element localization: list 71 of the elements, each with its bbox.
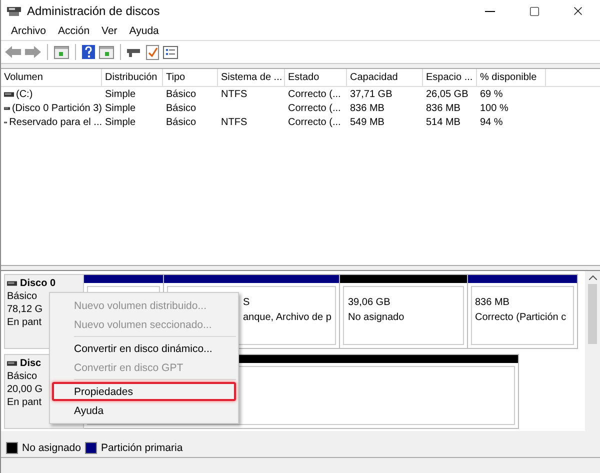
- partition-info: anque, Archivo de p: [243, 311, 332, 325]
- partition-info: Correcto (Partición c: [475, 311, 568, 325]
- table-cell-text: 514 MB: [425, 116, 462, 128]
- table-cell-text: Correcto (...: [287, 116, 342, 128]
- disk-info: En pant: [7, 396, 42, 409]
- menu-item[interactable]: Ver: [96, 25, 124, 37]
- table-cell-text: Básico: [165, 102, 198, 114]
- drive-icon: [4, 92, 14, 96]
- partition-info: No asignado: [348, 311, 406, 325]
- table-cell-text: Correcto (...: [287, 102, 342, 114]
- scrollbar[interactable]: [585, 271, 600, 431]
- menu-item[interactable]: Archivo: [5, 25, 52, 37]
- column-header[interactable]: Volumen: [1, 69, 102, 86]
- table-cell-text: 37,71 GB: [349, 88, 394, 100]
- context-menu-item[interactable]: Ayuda: [52, 401, 236, 420]
- table-cell-text: Simple: [104, 88, 137, 100]
- table-cell-text: 549 MB: [349, 116, 386, 128]
- table-cell-text: Básico: [165, 116, 198, 128]
- disk-info: Básico: [7, 290, 38, 303]
- table-cell-text: NTFS: [220, 88, 248, 100]
- table-cell-text: 836 MB: [349, 102, 386, 114]
- menu-item[interactable]: Acción: [52, 25, 96, 37]
- back-icon[interactable]: [5, 46, 21, 58]
- context-menu-item[interactable]: Propiedades: [52, 382, 236, 401]
- table-cell-text: 94 %: [479, 116, 504, 128]
- maximize-icon: [528, 6, 540, 16]
- legend-label: No asignado: [22, 442, 81, 454]
- disk-name: Disco 0: [20, 277, 56, 290]
- table-cell-text: Simple: [104, 116, 137, 128]
- table-cell-text: 836 MB: [425, 102, 462, 114]
- properties-icon[interactable]: [163, 46, 178, 58]
- disk-icon[interactable]: [127, 46, 142, 58]
- partition-block[interactable]: 39,06 GB No asignado: [340, 274, 468, 349]
- table-cell-text: Simple: [104, 102, 137, 114]
- disk-management-icon: [7, 5, 21, 17]
- legend-label: Partición primaria: [100, 442, 183, 454]
- console-tree-icon[interactable]: [54, 46, 69, 58]
- action-pane-icon[interactable]: [99, 46, 114, 58]
- table-cell-text: Básico: [165, 88, 198, 100]
- forward-icon[interactable]: [25, 46, 41, 58]
- table-cell: (C:): [16, 88, 33, 100]
- partition-info: S: [243, 296, 251, 310]
- table-cell-text: 100 %: [479, 102, 510, 114]
- help-icon[interactable]: [82, 45, 95, 59]
- partition-block[interactable]: 836 MB Correcto (Partición c: [468, 274, 578, 349]
- disk-info: Básico: [7, 370, 38, 383]
- scroll-up-icon[interactable]: [588, 275, 596, 280]
- scroll-thumb[interactable]: [588, 284, 597, 344]
- window-title: Administración de discos: [27, 4, 161, 18]
- column-header[interactable]: Distribución: [102, 69, 163, 86]
- drive-icon: [4, 106, 10, 110]
- column-header[interactable]: Sistema de ...: [218, 69, 285, 86]
- table-cell-text: 69 %: [479, 88, 504, 100]
- column-header[interactable]: Espacio ...: [423, 69, 477, 86]
- drive-icon: [7, 361, 17, 366]
- partition-info: 836 MB: [475, 296, 510, 310]
- minimize-icon: [485, 10, 495, 12]
- menu-item[interactable]: Ayuda: [123, 25, 165, 37]
- column-header[interactable]: Estado: [285, 69, 347, 86]
- column-header[interactable]: % disponible: [477, 69, 546, 86]
- table-cell: (Disco 0 Partición 3): [12, 102, 102, 114]
- checklist-icon[interactable]: [146, 44, 159, 60]
- column-header[interactable]: Capacidad: [347, 69, 423, 86]
- table-cell-text: 26,05 GB: [425, 88, 470, 100]
- drive-icon: [7, 281, 17, 286]
- disk-name: Disc: [20, 357, 42, 370]
- column-header[interactable]: Tipo: [163, 69, 218, 86]
- table-cell: Reservado para el ...: [9, 116, 102, 128]
- table-cell-text: NTFS: [220, 116, 248, 128]
- partition-info: 39,06 GB: [348, 296, 392, 310]
- table-cell-text: Correcto (...: [287, 88, 342, 100]
